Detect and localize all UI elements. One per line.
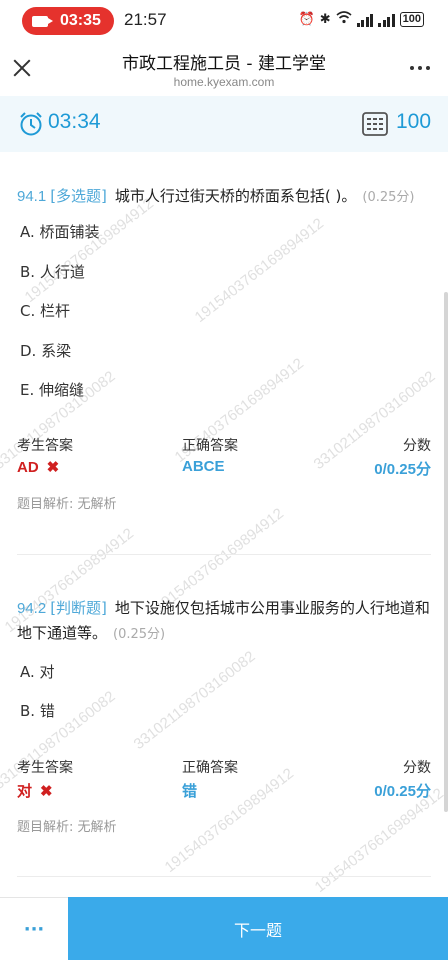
page-title: 市政工程施工员 - 建工学堂: [122, 54, 326, 74]
answer-labels: 考生答案 正确答案 分数: [17, 757, 431, 777]
signal-icon-2: [378, 13, 395, 27]
divider: [17, 876, 431, 877]
record-time: 03:35: [60, 12, 101, 29]
wifi-icon: [336, 11, 352, 28]
option-d[interactable]: D. 系梁: [20, 340, 71, 361]
alarm-clock-icon: [18, 111, 44, 141]
option-b[interactable]: B. 错: [20, 700, 55, 721]
option-a[interactable]: A. 桥面铺装: [20, 221, 100, 242]
bottom-bar: ··· 下一题: [0, 897, 448, 960]
watermark: 19154037661​6989491​2: [191, 215, 327, 326]
question-number: 94.1: [17, 188, 47, 205]
answer-values: AD ✖ ABCE 0/0.25分: [17, 458, 431, 478]
screen-record-indicator[interactable]: 03:35: [22, 7, 114, 35]
my-answer-label: 考生答案: [17, 760, 73, 776]
wrong-icon: ✖: [40, 783, 53, 800]
question-count[interactable]: 100: [396, 110, 431, 134]
page-url: home.kyexam.com: [173, 75, 275, 89]
video-camera-icon: [32, 15, 53, 27]
correct-answer: 错: [182, 783, 198, 800]
watermark: 33102119870316008​2: [130, 647, 259, 754]
correct-answer: ABCE: [182, 458, 225, 475]
question-number: 94.2: [17, 600, 47, 617]
system-icons: ⏰ ✱ 100: [299, 11, 424, 28]
watermark: 33102119870316008​2: [0, 687, 119, 794]
question-header: 94.2 [判断题] 地下设施仅包括城市公用事业服务的人行地道和地下通道等。 (0.2…: [17, 596, 430, 647]
correct-answer-label: 正确答案: [182, 438, 238, 454]
status-clock: 21:57: [124, 10, 167, 29]
question-score: (0.25分): [113, 627, 166, 642]
my-answer: AD: [17, 459, 39, 476]
analysis-text: 题目解析: 无解析: [17, 497, 117, 512]
my-answer-label: 考生答案: [17, 438, 73, 454]
timer-bar: 03:34 100: [0, 96, 448, 152]
question-type: [判断题]: [50, 599, 107, 617]
bluetooth-icon: ✱: [319, 12, 331, 27]
nav-bar: 市政工程施工员 - 建工学堂 home.kyexam.com: [0, 40, 448, 96]
more-options-icon[interactable]: [410, 66, 430, 70]
result-score: 0/0.25分: [374, 461, 431, 478]
analysis-text: 题目解析: 无解析: [17, 820, 117, 835]
watermark: 19154037661​6989491​2: [311, 785, 447, 896]
option-c[interactable]: C. 栏杆: [20, 300, 70, 321]
wrong-icon: ✖: [46, 459, 60, 476]
question-score: (0.25分): [362, 190, 415, 205]
scrollbar[interactable]: [444, 292, 448, 812]
correct-answer-label: 正确答案: [182, 760, 238, 776]
answer-labels: 考生答案 正确答案 分数: [17, 435, 431, 455]
my-answer: 对: [17, 783, 33, 800]
option-a[interactable]: A. 对: [20, 661, 55, 682]
option-b[interactable]: B. 人行道: [20, 261, 85, 282]
answer-sheet-icon[interactable]: [362, 112, 388, 140]
countdown-timer: 03:34: [48, 110, 101, 133]
option-e[interactable]: E. 伸缩缝: [20, 379, 84, 400]
divider: [17, 554, 431, 555]
score-label: 分数: [403, 438, 431, 454]
question-list[interactable]: 19154037661​6989491​2 19154037661​698949…: [0, 152, 448, 897]
alarm-status-icon: ⏰: [298, 12, 315, 27]
question-type: [多选题]: [50, 187, 107, 205]
answer-values: 对 ✖ 错 0/0.25分: [17, 780, 431, 801]
score-label: 分数: [403, 760, 431, 776]
battery-icon: 100: [399, 12, 424, 27]
status-bar: 03:35 21:57 ⏰ ✱ 100: [0, 0, 448, 40]
watermark: 19154037661​6989491​2: [21, 195, 157, 306]
result-score: 0/0.25分: [374, 783, 431, 800]
menu-button[interactable]: ···: [0, 897, 68, 960]
question-text: 城市人行过街天桥的桥面系包括( )。: [114, 187, 357, 205]
next-question-button[interactable]: 下一题: [68, 897, 448, 960]
question-header: 94.1 [多选题] 城市人行过街天桥的桥面系包括( )。 (0.25分): [17, 184, 430, 210]
signal-icon-1: [356, 13, 374, 27]
